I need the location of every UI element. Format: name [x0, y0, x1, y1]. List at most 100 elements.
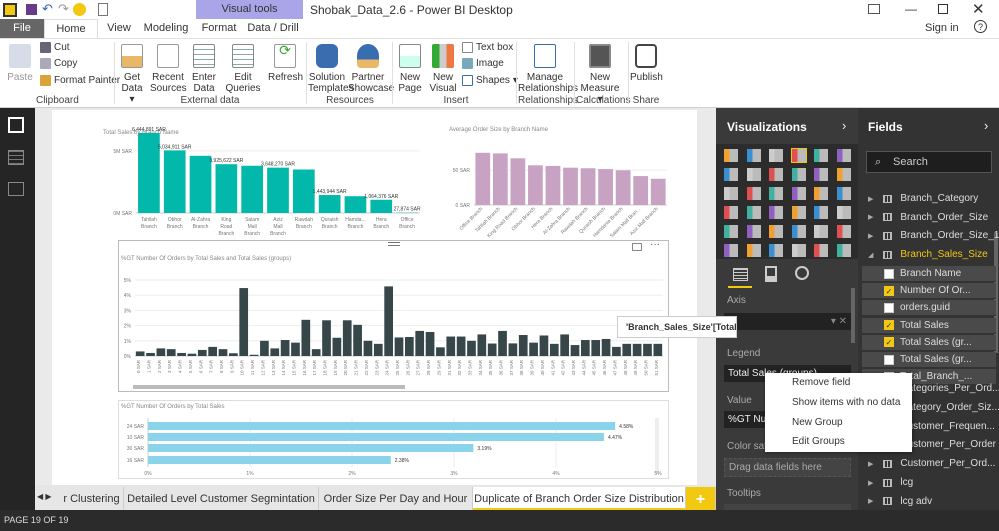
- visual-type-icon[interactable]: [791, 244, 806, 257]
- visual-type-icon[interactable]: [746, 168, 761, 181]
- visual-type-icon[interactable]: [724, 168, 738, 181]
- checkbox[interactable]: [884, 268, 894, 279]
- x-tick-label: 18 SAR: [323, 359, 328, 375]
- value-well[interactable]: %GT Number Of Orders: [724, 411, 768, 428]
- viz-scrollbar[interactable]: [851, 288, 855, 343]
- format-paint-roller-icon[interactable]: [765, 266, 777, 282]
- visual-type-icon[interactable]: [724, 149, 738, 162]
- visual-type-icon[interactable]: [814, 244, 828, 257]
- visual-type-icon[interactable]: [790, 148, 807, 163]
- page-tab[interactable]: Detailed Level Customer Segmintation: [124, 487, 319, 510]
- field-table[interactable]: ▶ Customer_Per_Ord...: [868, 456, 995, 471]
- visual-type-icon[interactable]: [746, 149, 761, 162]
- menu-item-new-group[interactable]: New Group: [792, 417, 843, 428]
- visual-type-icon[interactable]: [724, 225, 738, 238]
- visual-type-icon[interactable]: [791, 168, 806, 181]
- y-tick-label: 16 SAR: [127, 458, 145, 464]
- field-item[interactable]: ✓ Number Of Or...: [862, 283, 996, 300]
- add-page-button[interactable]: +: [686, 487, 716, 510]
- visual-type-icon[interactable]: [746, 225, 761, 238]
- menu-item-edit-groups[interactable]: Edit Groups: [792, 436, 845, 447]
- visual-type-icon[interactable]: [724, 187, 738, 200]
- page-tab[interactable]: Order Size Per Day and Hour: [319, 487, 473, 510]
- visual-type-icon[interactable]: [814, 206, 828, 219]
- collapse-chevron-icon[interactable]: ›: [842, 118, 846, 133]
- color-saturation-dropzone[interactable]: Drag data fields here: [724, 458, 851, 477]
- visual-type-icon[interactable]: [814, 225, 828, 238]
- bar: [218, 349, 228, 356]
- checkbox[interactable]: [884, 354, 894, 365]
- bar: [177, 352, 186, 356]
- bar: [415, 330, 425, 356]
- analytics-magnifier-icon[interactable]: [795, 266, 809, 280]
- menu-item-remove-field[interactable]: Remove field: [792, 377, 850, 388]
- field-table[interactable]: ▶ Branch_Order_Size_1: [868, 228, 999, 243]
- visual-type-icon[interactable]: [769, 225, 783, 238]
- visual-type-icon[interactable]: [791, 187, 806, 200]
- bar: [456, 336, 466, 356]
- menu-item-show-items-no-data[interactable]: Show items with no data: [792, 397, 900, 408]
- field-table[interactable]: ▶ lcg: [868, 475, 913, 490]
- bar: [518, 335, 528, 356]
- field-item[interactable]: ✓ Total Sales (gr...: [862, 334, 996, 351]
- x-tick-label: 13 SAR: [271, 359, 276, 375]
- field-table[interactable]: ▶ Branch_Order_Size: [868, 210, 988, 225]
- bar: [528, 165, 543, 205]
- checkbox[interactable]: [884, 302, 894, 313]
- x-tick-label: 42 SAR: [561, 359, 566, 375]
- prev-page-arrow-icon[interactable]: ◀ ▶: [37, 492, 52, 501]
- field-item[interactable]: orders.guid: [862, 300, 996, 317]
- field-table[interactable]: ▶ Branch_Category: [868, 191, 978, 206]
- visual-type-icon[interactable]: [746, 244, 761, 257]
- bar: [311, 349, 321, 356]
- visual-type-icon[interactable]: [836, 187, 851, 200]
- visual-type-icon[interactable]: [769, 244, 783, 257]
- field-item[interactable]: Total Sales (gr...: [862, 352, 996, 368]
- fields-search-input[interactable]: ⌕ Search: [866, 151, 992, 173]
- visual-type-icon[interactable]: [746, 187, 761, 200]
- fields-tab-icon[interactable]: [733, 268, 748, 281]
- table-icon: [883, 250, 893, 259]
- visual-type-icon[interactable]: [836, 149, 851, 162]
- visual-type-icon[interactable]: [836, 168, 851, 181]
- search-icon: ⌕: [875, 156, 882, 168]
- visual-type-icon[interactable]: [791, 225, 806, 238]
- x-tick-label: 5 SAR: [188, 359, 193, 373]
- visual-type-icon[interactable]: [769, 149, 783, 162]
- bar: [197, 349, 207, 356]
- visual-type-icon[interactable]: [724, 244, 738, 257]
- x-tick-label: 24 SAR: [385, 359, 390, 375]
- field-table[interactable]: ▶ lcg adv: [868, 494, 932, 509]
- visual-type-icon[interactable]: [769, 168, 783, 181]
- x-tick-label: 33 SAR: [467, 359, 472, 375]
- page-tab-active[interactable]: Duplicate of Branch Order Size Distribut…: [473, 487, 686, 510]
- visual-type-icon[interactable]: [836, 244, 851, 257]
- page-tab[interactable]: r Clustering: [60, 487, 124, 510]
- field-item[interactable]: ✓ Total Sales: [862, 317, 996, 334]
- x-tick-label: Al-Zahra: [191, 217, 210, 223]
- data-label: 2.38%: [395, 458, 410, 464]
- field-item[interactable]: Branch Name: [862, 266, 996, 282]
- visual-type-icon[interactable]: [836, 206, 851, 219]
- visual-type-icon[interactable]: [769, 187, 783, 200]
- visual-type-icon[interactable]: [724, 206, 738, 219]
- axis-well[interactable]: ▾ ✕: [724, 313, 851, 330]
- x-tick-label: Branch: [244, 231, 260, 237]
- visual-type-icon[interactable]: [746, 206, 761, 219]
- field-table[interactable]: ◢ Branch_Sales_Size: [868, 247, 988, 262]
- checkbox[interactable]: ✓: [884, 337, 894, 348]
- y-tick-label: 0M SAR: [113, 211, 132, 217]
- visual-type-icon[interactable]: [814, 187, 828, 200]
- fields-tab-underline: [728, 286, 752, 288]
- checkbox[interactable]: ✓: [884, 320, 894, 331]
- visual-type-icon[interactable]: [814, 168, 828, 181]
- checkbox[interactable]: ✓: [884, 285, 894, 296]
- visual-type-icon[interactable]: [814, 149, 828, 162]
- visual-type-icon[interactable]: [836, 225, 851, 238]
- collapse-chevron-icon[interactable]: ›: [984, 118, 988, 133]
- visual-type-icon[interactable]: [769, 206, 783, 219]
- x-tick-label: Obhor: [168, 217, 182, 223]
- x-tick-label: 9 SAR: [229, 359, 234, 373]
- visual-type-icon[interactable]: [791, 206, 806, 219]
- bar: [492, 153, 508, 205]
